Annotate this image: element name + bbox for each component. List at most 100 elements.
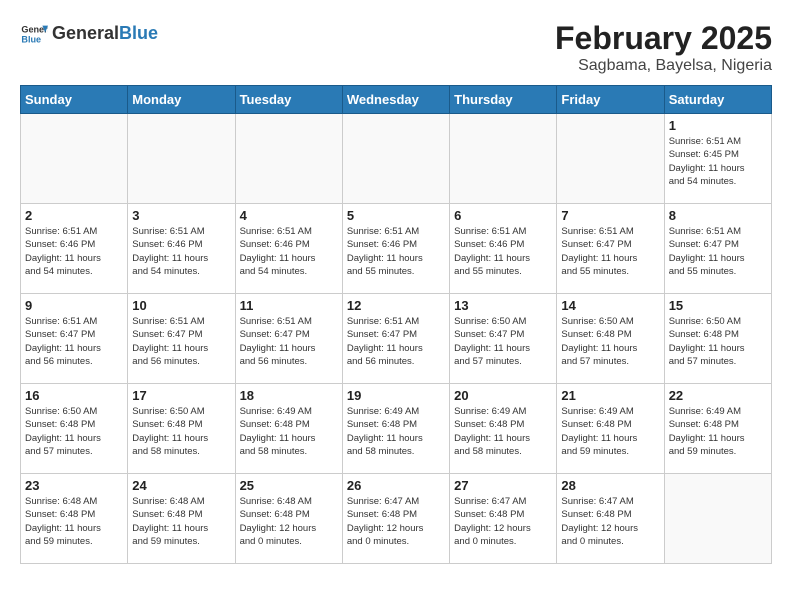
- calendar-day-cell: [128, 114, 235, 204]
- calendar-day-cell: 16 Sunrise: 6:50 AM Sunset: 6:48 PM Dayli…: [21, 384, 128, 474]
- calendar-day-cell: [557, 114, 664, 204]
- day-number: 12: [347, 298, 445, 313]
- day-info: Sunrise: 6:51 AM Sunset: 6:47 PM Dayligh…: [347, 315, 445, 368]
- calendar-table: SundayMondayTuesdayWednesdayThursdayFrid…: [20, 85, 772, 564]
- day-info: Sunrise: 6:50 AM Sunset: 6:48 PM Dayligh…: [132, 405, 230, 458]
- calendar-week-4: 16 Sunrise: 6:50 AM Sunset: 6:48 PM Dayli…: [21, 384, 772, 474]
- day-number: 15: [669, 298, 767, 313]
- day-number: 7: [561, 208, 659, 223]
- calendar-header-friday: Friday: [557, 86, 664, 114]
- day-info: Sunrise: 6:47 AM Sunset: 6:48 PM Dayligh…: [561, 495, 659, 548]
- calendar-header-sunday: Sunday: [21, 86, 128, 114]
- calendar-day-cell: 19Sunrise: 6:49 AM Sunset: 6:48 PM Dayli…: [342, 384, 449, 474]
- day-number: 28: [561, 478, 659, 493]
- calendar-header-wednesday: Wednesday: [342, 86, 449, 114]
- day-number: 1: [669, 118, 767, 133]
- day-number: 17: [132, 388, 230, 403]
- calendar-day-cell: 8 Sunrise: 6:51 AM Sunset: 6:47 PM Daylig…: [664, 204, 771, 294]
- calendar-day-cell: 22 Sunrise: 6:49 AM Sunset: 6:48 PM Dayli…: [664, 384, 771, 474]
- calendar-day-cell: 25 Sunrise: 6:48 AM Sunset: 6:48 PM Dayli…: [235, 474, 342, 564]
- day-number: 20: [454, 388, 552, 403]
- calendar-week-2: 2Sunrise: 6:51 AM Sunset: 6:46 PM Daylig…: [21, 204, 772, 294]
- calendar-header-saturday: Saturday: [664, 86, 771, 114]
- calendar-day-cell: 23 Sunrise: 6:48 AM Sunset: 6:48 PM Dayli…: [21, 474, 128, 564]
- day-number: 21: [561, 388, 659, 403]
- day-info: Sunrise: 6:50 AM Sunset: 6:47 PM Dayligh…: [454, 315, 552, 368]
- logo: General Blue General Blue: [20, 20, 158, 48]
- day-info: Sunrise: 6:50 AM Sunset: 6:48 PM Dayligh…: [561, 315, 659, 368]
- day-info: Sunrise: 6:47 AM Sunset: 6:48 PM Dayligh…: [347, 495, 445, 548]
- calendar-subtitle: Sagbama, Bayelsa, Nigeria: [555, 57, 772, 75]
- calendar-day-cell: [664, 474, 771, 564]
- calendar-day-cell: 1Sunrise: 6:51 AM Sunset: 6:45 PM Daylig…: [664, 114, 771, 204]
- day-number: 14: [561, 298, 659, 313]
- calendar-day-cell: 5 Sunrise: 6:51 AM Sunset: 6:46 PM Daylig…: [342, 204, 449, 294]
- calendar-day-cell: 14 Sunrise: 6:50 AM Sunset: 6:48 PM Dayli…: [557, 294, 664, 384]
- day-number: 16: [25, 388, 123, 403]
- day-info: Sunrise: 6:49 AM Sunset: 6:48 PM Dayligh…: [454, 405, 552, 458]
- day-info: Sunrise: 6:51 AM Sunset: 6:47 PM Dayligh…: [561, 225, 659, 278]
- calendar-week-1: 1Sunrise: 6:51 AM Sunset: 6:45 PM Daylig…: [21, 114, 772, 204]
- calendar-day-cell: 28 Sunrise: 6:47 AM Sunset: 6:48 PM Dayli…: [557, 474, 664, 564]
- calendar-day-cell: 26 Sunrise: 6:47 AM Sunset: 6:48 PM Dayli…: [342, 474, 449, 564]
- day-number: 5: [347, 208, 445, 223]
- day-number: 10: [132, 298, 230, 313]
- calendar-day-cell: [235, 114, 342, 204]
- calendar-week-3: 9 Sunrise: 6:51 AM Sunset: 6:47 PM Daylig…: [21, 294, 772, 384]
- title-section: February 2025 Sagbama, Bayelsa, Nigeria: [555, 20, 772, 75]
- calendar-day-cell: 3 Sunrise: 6:51 AM Sunset: 6:46 PM Daylig…: [128, 204, 235, 294]
- day-number: 24: [132, 478, 230, 493]
- logo-icon: General Blue: [20, 20, 48, 48]
- day-info: Sunrise: 6:50 AM Sunset: 6:48 PM Dayligh…: [669, 315, 767, 368]
- calendar-day-cell: 10 Sunrise: 6:51 AM Sunset: 6:47 PM Dayli…: [128, 294, 235, 384]
- day-info: Sunrise: 6:51 AM Sunset: 6:46 PM Dayligh…: [454, 225, 552, 278]
- calendar-day-cell: 13 Sunrise: 6:50 AM Sunset: 6:47 PM Dayli…: [450, 294, 557, 384]
- calendar-day-cell: 4 Sunrise: 6:51 AM Sunset: 6:46 PM Daylig…: [235, 204, 342, 294]
- calendar-header-tuesday: Tuesday: [235, 86, 342, 114]
- day-number: 22: [669, 388, 767, 403]
- day-info: Sunrise: 6:51 AM Sunset: 6:46 PM Dayligh…: [240, 225, 338, 278]
- day-number: 4: [240, 208, 338, 223]
- day-number: 13: [454, 298, 552, 313]
- day-number: 26: [347, 478, 445, 493]
- day-number: 18: [240, 388, 338, 403]
- day-number: 23: [25, 478, 123, 493]
- day-info: Sunrise: 6:51 AM Sunset: 6:46 PM Dayligh…: [132, 225, 230, 278]
- calendar-day-cell: 6Sunrise: 6:51 AM Sunset: 6:46 PM Daylig…: [450, 204, 557, 294]
- day-info: Sunrise: 6:51 AM Sunset: 6:46 PM Dayligh…: [347, 225, 445, 278]
- day-info: Sunrise: 6:50 AM Sunset: 6:48 PM Dayligh…: [25, 405, 123, 458]
- page-header: General Blue General Blue February 2025 S…: [20, 20, 772, 75]
- calendar-day-cell: 11 Sunrise: 6:51 AM Sunset: 6:47 PM Dayli…: [235, 294, 342, 384]
- day-number: 11: [240, 298, 338, 313]
- day-number: 9: [25, 298, 123, 313]
- day-info: Sunrise: 6:49 AM Sunset: 6:48 PM Dayligh…: [669, 405, 767, 458]
- calendar-day-cell: 21 Sunrise: 6:49 AM Sunset: 6:48 PM Dayli…: [557, 384, 664, 474]
- day-info: Sunrise: 6:49 AM Sunset: 6:48 PM Dayligh…: [561, 405, 659, 458]
- logo-general-text: General: [52, 23, 119, 43]
- calendar-day-cell: [450, 114, 557, 204]
- day-info: Sunrise: 6:51 AM Sunset: 6:47 PM Dayligh…: [132, 315, 230, 368]
- calendar-day-cell: [21, 114, 128, 204]
- calendar-title: February 2025: [555, 20, 772, 57]
- day-info: Sunrise: 6:51 AM Sunset: 6:47 PM Dayligh…: [240, 315, 338, 368]
- day-number: 27: [454, 478, 552, 493]
- calendar-day-cell: 20 Sunrise: 6:49 AM Sunset: 6:48 PM Dayli…: [450, 384, 557, 474]
- day-number: 25: [240, 478, 338, 493]
- svg-text:Blue: Blue: [21, 34, 41, 44]
- calendar-day-cell: 9 Sunrise: 6:51 AM Sunset: 6:47 PM Daylig…: [21, 294, 128, 384]
- calendar-day-cell: 27 Sunrise: 6:47 AM Sunset: 6:48 PM Dayli…: [450, 474, 557, 564]
- day-number: 8: [669, 208, 767, 223]
- calendar-day-cell: 18Sunrise: 6:49 AM Sunset: 6:48 PM Dayli…: [235, 384, 342, 474]
- calendar-day-cell: 2Sunrise: 6:51 AM Sunset: 6:46 PM Daylig…: [21, 204, 128, 294]
- day-info: Sunrise: 6:51 AM Sunset: 6:47 PM Dayligh…: [25, 315, 123, 368]
- day-info: Sunrise: 6:51 AM Sunset: 6:47 PM Dayligh…: [669, 225, 767, 278]
- calendar-header-row: SundayMondayTuesdayWednesdayThursdayFrid…: [21, 86, 772, 114]
- day-info: Sunrise: 6:47 AM Sunset: 6:48 PM Dayligh…: [454, 495, 552, 548]
- day-info: Sunrise: 6:48 AM Sunset: 6:48 PM Dayligh…: [25, 495, 123, 548]
- calendar-week-5: 23 Sunrise: 6:48 AM Sunset: 6:48 PM Dayli…: [21, 474, 772, 564]
- day-number: 3: [132, 208, 230, 223]
- day-info: Sunrise: 6:51 AM Sunset: 6:46 PM Dayligh…: [25, 225, 123, 278]
- calendar-day-cell: 12 Sunrise: 6:51 AM Sunset: 6:47 PM Dayli…: [342, 294, 449, 384]
- calendar-header-monday: Monday: [128, 86, 235, 114]
- day-info: Sunrise: 6:48 AM Sunset: 6:48 PM Dayligh…: [240, 495, 338, 548]
